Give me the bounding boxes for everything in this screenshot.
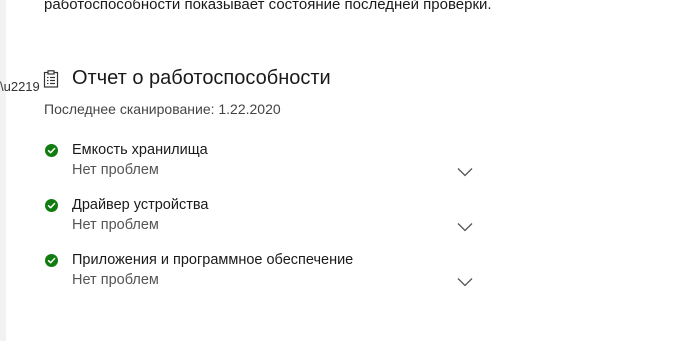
item-status: Нет проблем: [72, 162, 159, 178]
health-item-apps-software[interactable]: Приложения и программное обеспечение Нет…: [44, 252, 484, 296]
chevron-down-icon[interactable]: [457, 167, 473, 177]
item-status: Нет проблем: [72, 272, 159, 288]
report-title: Отчет о работоспособности: [72, 67, 331, 89]
report-header: Отчет о работоспособности: [43, 67, 331, 90]
health-item-storage[interactable]: Емкость хранилища Нет проблем: [44, 142, 484, 186]
chevron-down-icon[interactable]: [457, 277, 473, 287]
check-circle-icon: [45, 254, 58, 267]
item-title: Емкость хранилища: [72, 142, 208, 158]
intro-text: работоспособности показывает состояние п…: [44, 0, 492, 13]
item-title: Приложения и программное обеспечение: [72, 252, 354, 268]
check-circle-icon: [45, 199, 58, 212]
item-title: Драйвер устройства: [72, 197, 209, 213]
clipboard-icon: [43, 69, 59, 88]
check-circle-icon: [45, 144, 58, 157]
chevron-down-icon[interactable]: [457, 222, 473, 232]
nav-fragment-glyph[interactable]: \u2219: [0, 80, 40, 93]
last-scan-date: Последнее сканирование: 1.22.2020: [44, 101, 281, 117]
health-item-device-driver[interactable]: Драйвер устройства Нет проблем: [44, 197, 484, 241]
item-status: Нет проблем: [72, 217, 159, 233]
left-navigation-edge: [0, 0, 6, 341]
